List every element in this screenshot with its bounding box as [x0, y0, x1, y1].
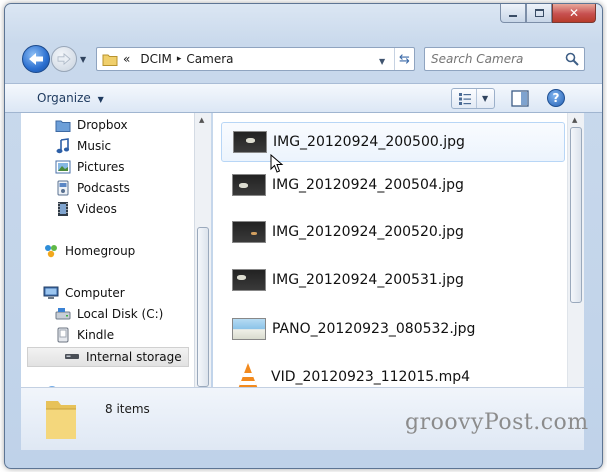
change-view-button[interactable]: ▼ [451, 88, 495, 109]
nav-item-computer[interactable]: Computer [43, 285, 125, 301]
panorama-photo-thumbnail [232, 318, 266, 340]
night-photo-thumbnail [233, 131, 267, 153]
file-name: IMG_20120924_200500.jpg [273, 134, 465, 150]
nav-item-homegroup[interactable]: Homegroup [43, 243, 135, 259]
back-arrow-icon [29, 53, 43, 65]
nav-item-label: Pictures [77, 160, 125, 174]
scroll-up-icon[interactable]: ▲ [572, 116, 577, 124]
pictures-icon [55, 159, 71, 175]
details-pane: 8 items groovyPost.com [21, 387, 588, 450]
file-list: IMG_20120924_200500.jpg IMG_20120924_200… [213, 113, 567, 387]
navigation-pane: Dropbox Music Pictures Podcasts Videos H… [21, 113, 194, 387]
minimize-icon [509, 15, 517, 17]
nav-item-dropbox[interactable]: Dropbox [55, 117, 128, 133]
address-dropdown-icon[interactable]: ▼ [379, 57, 385, 66]
caption-buttons: ✕ [500, 4, 596, 23]
podcasts-icon [55, 180, 71, 196]
search-box[interactable] [424, 47, 585, 71]
homegroup-icon [43, 243, 59, 259]
forward-button[interactable] [51, 46, 77, 72]
nav-item-internal-storage[interactable]: Internal storage [27, 347, 189, 367]
explorer-window: ✕ ▼ « DCIM ▸ Camera ▼ ⇆ Organize ▼ [4, 3, 603, 469]
minimize-button[interactable] [500, 4, 526, 23]
nav-item-local-disk[interactable]: Local Disk (C:) [55, 306, 163, 322]
videos-icon [55, 201, 71, 217]
watermark-text: groovyPost.com [405, 410, 589, 435]
nav-item-label: Kindle [77, 328, 115, 342]
file-row[interactable]: VID_20120923_112015.mp4 [221, 357, 565, 387]
navigation-pane-scrollbar[interactable]: ▲ [194, 113, 211, 387]
search-input[interactable] [431, 52, 559, 66]
scroll-up-icon[interactable]: ▲ [199, 116, 204, 124]
close-icon: ✕ [568, 6, 580, 20]
maximize-button[interactable] [526, 4, 552, 23]
view-dropdown-icon[interactable]: ▼ [482, 94, 488, 103]
nav-item-label: Internal storage [86, 350, 182, 364]
file-name: IMG_20120924_200531.jpg [272, 272, 464, 288]
view-button-divider [476, 89, 477, 108]
local-disk-icon [55, 306, 71, 322]
nav-item-label: Dropbox [77, 118, 128, 132]
file-name: PANO_20120923_080532.jpg [272, 321, 476, 337]
view-list-icon [459, 92, 471, 105]
navigation-pane-scroll-thumb[interactable] [197, 227, 209, 387]
item-count: 8 items [105, 402, 150, 416]
night-photo-thumbnail [232, 269, 266, 291]
internal-storage-icon [64, 349, 80, 365]
nav-item-label: Local Disk (C:) [77, 307, 164, 321]
file-name: IMG_20120924_200504.jpg [272, 177, 464, 193]
organize-menu[interactable]: Organize ▼ [37, 91, 104, 105]
nav-item-label: Computer [65, 286, 125, 300]
nav-item-music[interactable]: Music [55, 138, 111, 154]
search-icon[interactable] [565, 52, 579, 66]
maximize-icon [534, 9, 544, 17]
address-bar[interactable]: « DCIM ▸ Camera ▼ ⇆ [96, 47, 415, 71]
computer-icon [43, 285, 59, 301]
forward-arrow-icon [57, 53, 71, 65]
nav-item-kindle[interactable]: Kindle [55, 327, 114, 343]
address-chevron[interactable]: « [118, 52, 135, 66]
refresh-button[interactable]: ⇆ [394, 48, 414, 70]
night-photo-thumbnail [232, 174, 266, 196]
organize-dropdown-icon: ▼ [97, 95, 104, 104]
command-bar: Organize ▼ ▼ ? [5, 83, 602, 113]
file-list-scrollbar[interactable]: ▲ [567, 113, 584, 387]
help-button[interactable]: ? [547, 89, 565, 107]
organize-label: Organize [37, 91, 91, 105]
nav-item-label: Homegroup [65, 244, 136, 258]
mouse-cursor-icon [270, 154, 284, 173]
kindle-device-icon [55, 327, 71, 343]
nav-item-videos[interactable]: Videos [55, 201, 117, 217]
nav-item-pictures[interactable]: Pictures [55, 159, 125, 175]
nav-item-podcasts[interactable]: Podcasts [55, 180, 130, 196]
refresh-icon: ⇆ [399, 51, 410, 67]
nav-item-label: Podcasts [77, 181, 130, 195]
nav-item-label: Music [77, 139, 112, 153]
help-icon: ? [552, 91, 560, 105]
file-list-scroll-thumb[interactable] [570, 127, 582, 303]
file-row[interactable]: PANO_20120923_080532.jpg [221, 309, 565, 349]
navigation-bar: ▼ « DCIM ▸ Camera ▼ ⇆ [5, 43, 602, 79]
vlc-cone-icon [238, 363, 258, 387]
preview-pane-icon[interactable] [511, 90, 529, 107]
back-button[interactable] [22, 45, 50, 73]
close-button[interactable]: ✕ [552, 4, 596, 23]
recent-pages-dropdown-icon[interactable]: ▼ [80, 55, 86, 64]
file-name: IMG_20120924_200520.jpg [272, 224, 464, 240]
folder-icon [102, 54, 118, 66]
folder-large-icon [46, 401, 76, 439]
breadcrumb-camera[interactable]: Camera [181, 52, 238, 66]
breadcrumb-dcim[interactable]: DCIM [135, 52, 177, 66]
music-note-icon [55, 138, 71, 154]
nav-item-label: Videos [77, 202, 117, 216]
night-photo-thumbnail [232, 221, 266, 243]
file-name: VID_20120923_112015.mp4 [271, 369, 471, 385]
dropbox-folder-icon [55, 117, 71, 133]
file-row[interactable]: IMG_20120924_200531.jpg [221, 260, 565, 300]
file-row[interactable]: IMG_20120924_200520.jpg [221, 212, 565, 252]
